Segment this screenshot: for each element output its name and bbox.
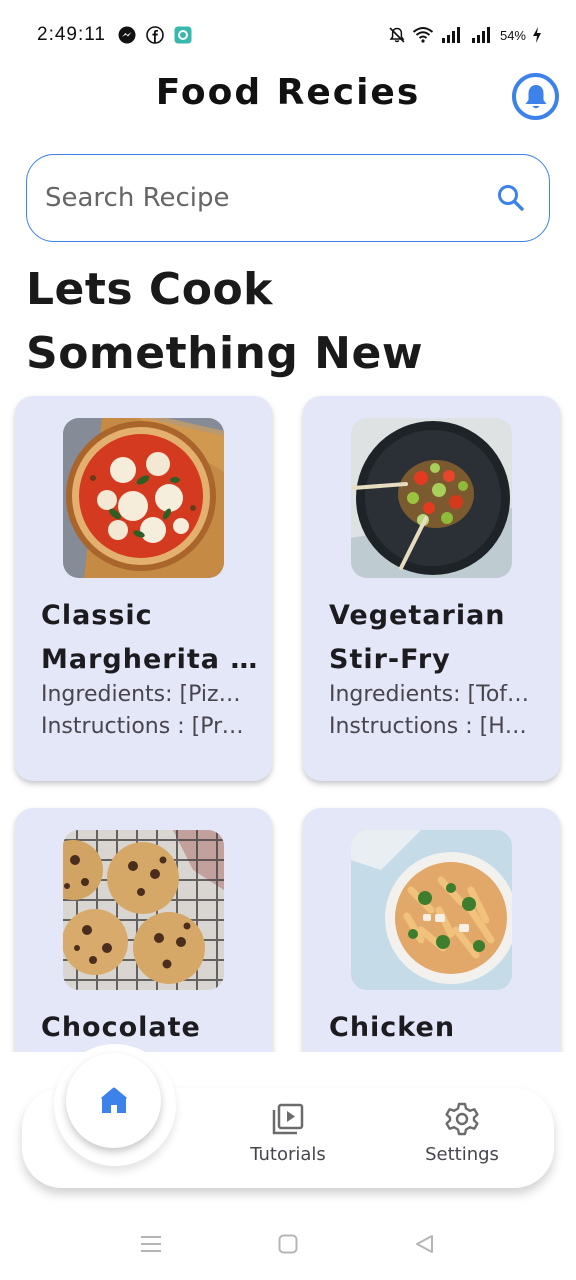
facebook-icon [146, 26, 164, 44]
charging-icon [533, 27, 541, 43]
system-navigation-bar [0, 1210, 576, 1280]
wifi-icon [412, 27, 434, 43]
notification-bell-icon [525, 84, 546, 108]
recipe-instructions: Instructions : [Heat oil] [329, 714, 534, 739]
search-box[interactable] [26, 154, 550, 242]
status-bar: 2:49:11 54% [0, 0, 576, 70]
mute-bell-icon [389, 27, 405, 43]
recipe-title: Vegetarian Stir-Fry [329, 600, 506, 675]
app-icon [174, 26, 192, 44]
recipe-image-cookies [63, 830, 224, 990]
search-input[interactable] [45, 177, 475, 219]
recipe-ingredients: Ingredients: [Tofu, vegetables] [329, 682, 534, 707]
nav-tutorials[interactable]: Tutorials [223, 1100, 353, 1180]
recipe-image-pizza [63, 418, 224, 578]
status-right-icons: 54% [388, 24, 542, 46]
recipe-image-stir-fry [351, 418, 512, 578]
messenger-icon [118, 26, 136, 44]
app-title: Food Recies [155, 72, 421, 113]
signal-icon [471, 27, 490, 43]
recipe-title: Classic Margherita Pizza [41, 600, 263, 675]
recipe-card[interactable]: Vegetarian Stir-Fry Ingredients: [Tofu, … [303, 396, 560, 781]
recipe-ingredients: Ingredients: [Pizza dough] [41, 682, 246, 707]
recipe-grid: Classic Margherita Pizza Ingredients: [P… [0, 380, 576, 1052]
search-icon[interactable] [495, 182, 527, 214]
notification-button[interactable] [512, 73, 559, 120]
back-icon[interactable] [414, 1234, 434, 1254]
recipe-card[interactable]: Chicken [303, 808, 560, 1052]
recipe-instructions: Instructions : [Preheat oven] [41, 714, 246, 739]
nav-settings-label: Settings [425, 1144, 499, 1165]
recipe-image-pasta [351, 830, 512, 990]
recipe-card[interactable]: Chocolate [15, 808, 272, 1052]
nav-settings[interactable]: Settings [397, 1100, 527, 1180]
status-time: 2:49:11 [37, 24, 106, 45]
nav-tutorials-label: Tutorials [250, 1144, 326, 1165]
menu-icon[interactable] [140, 1234, 162, 1254]
nav-home-button[interactable] [66, 1053, 161, 1148]
recipe-title: Chicken [329, 1012, 456, 1043]
recipe-card[interactable]: Classic Margherita Pizza Ingredients: [P… [15, 396, 272, 781]
home-icon [100, 1087, 127, 1113]
signal-icon [441, 27, 460, 43]
home-square-icon[interactable] [278, 1234, 298, 1254]
video-library-icon [272, 1103, 304, 1135]
battery-percent: 54% [499, 27, 526, 43]
recipe-title: Chocolate [41, 1012, 201, 1043]
gear-icon [445, 1102, 479, 1136]
